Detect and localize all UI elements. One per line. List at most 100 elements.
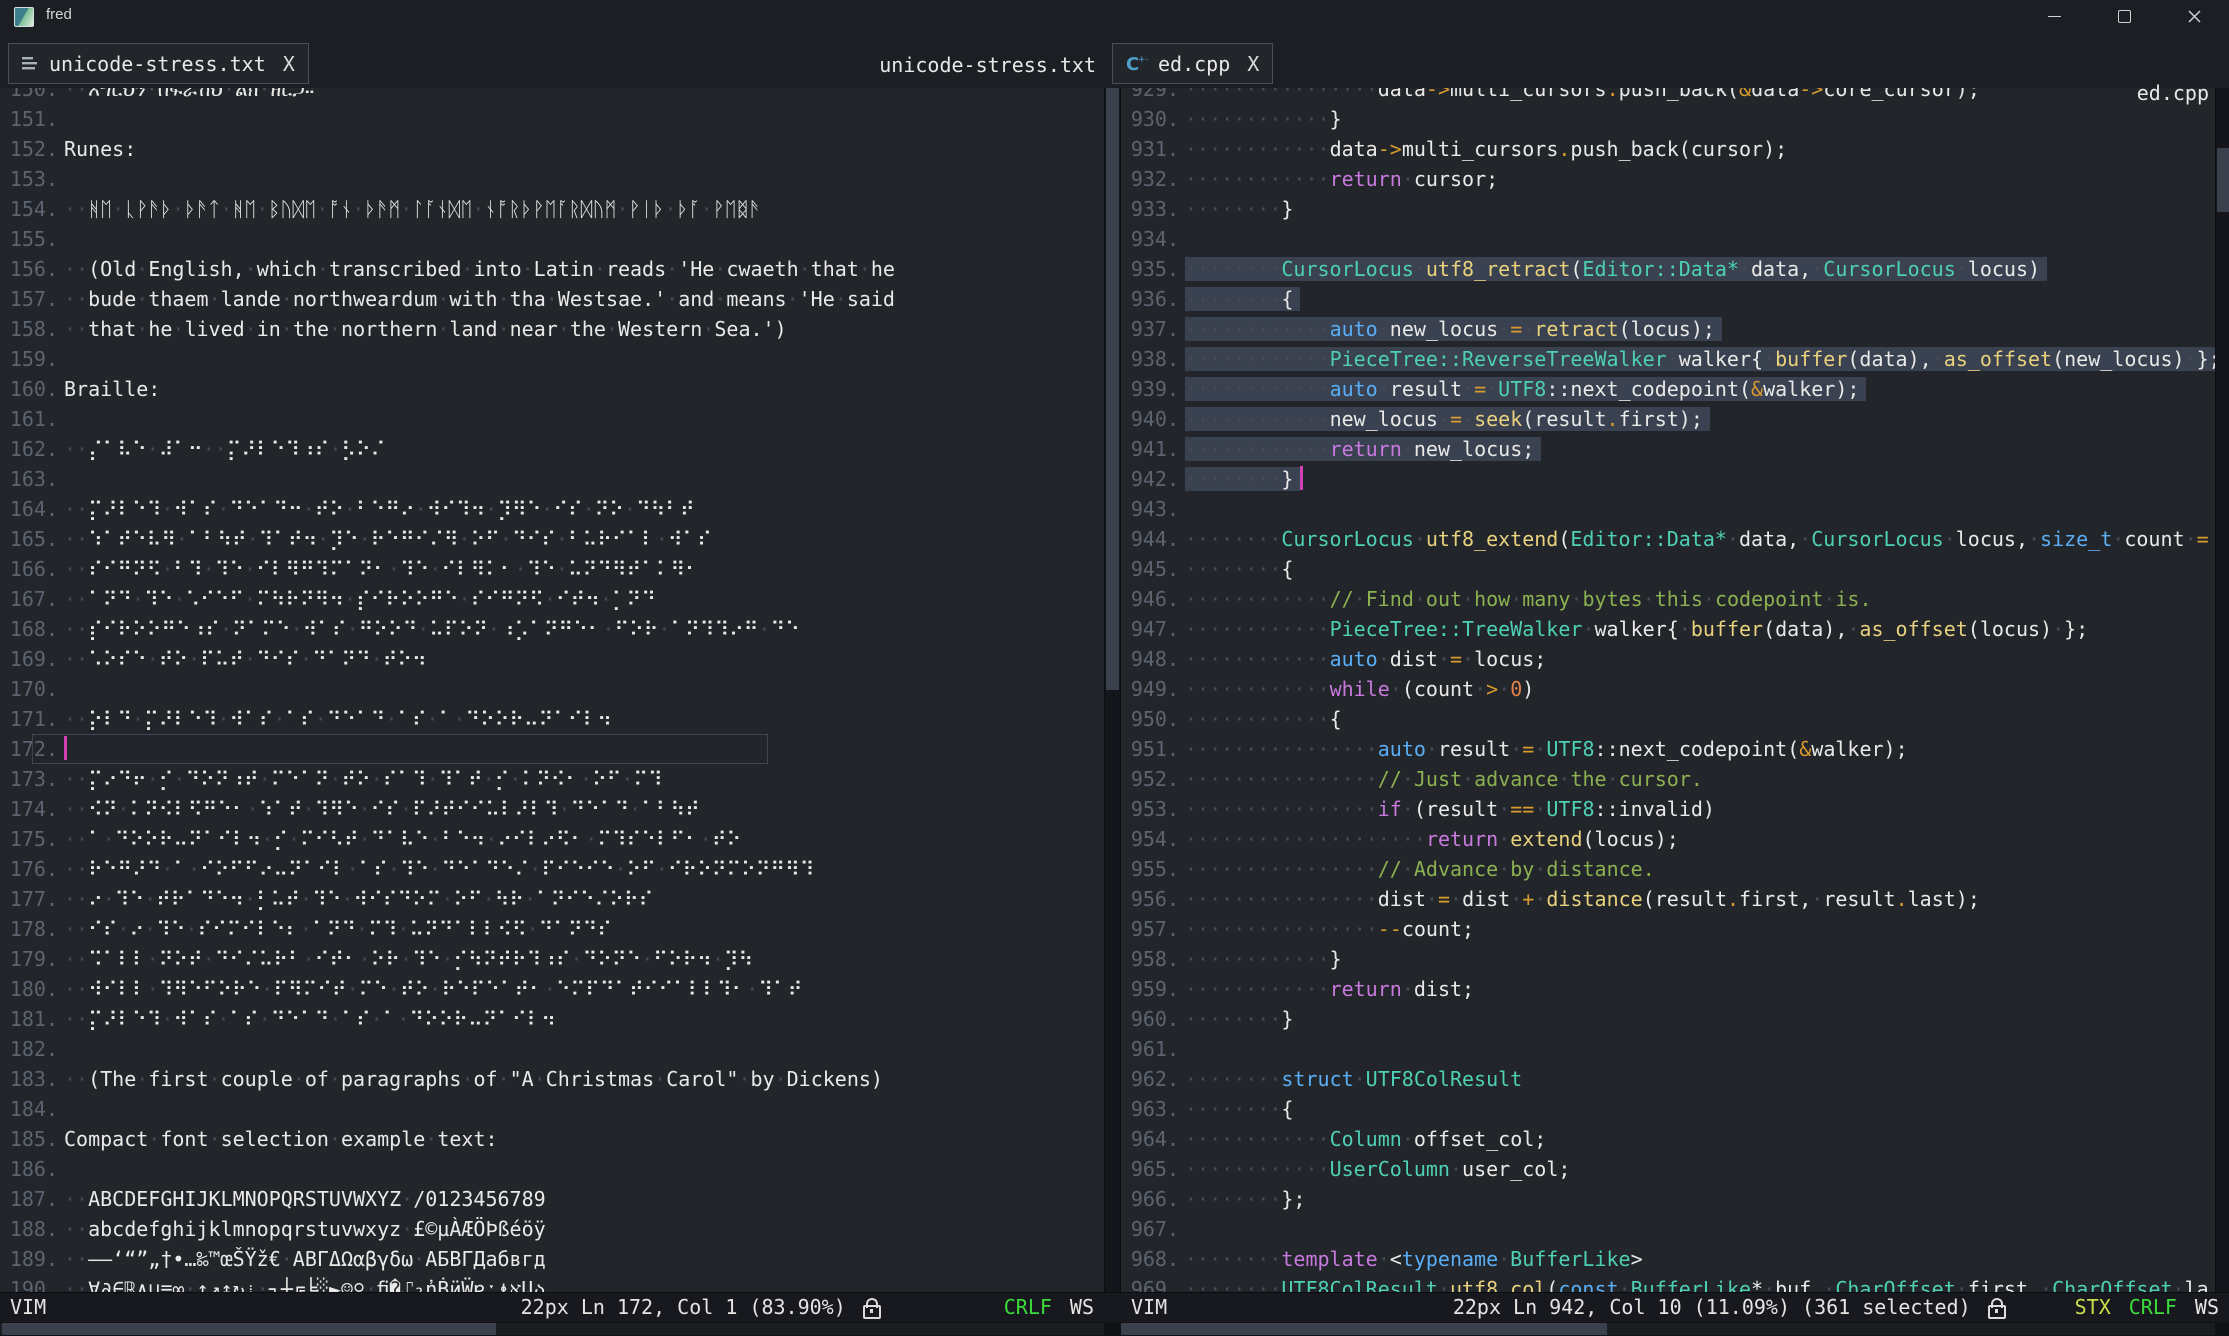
editor-line[interactable]: 957.················--count;	[1121, 914, 2215, 944]
editor-line[interactable]: 969.········UTF8ColResult·utf8_col(const…	[1121, 1274, 2215, 1292]
editor-pane-left[interactable]: 150.··እግርህን·በፍራሽህ·ልክ·ዘርጋ።151.152.Runes:1…	[0, 88, 1104, 1292]
whitespace-dot: ·	[1281, 917, 1293, 941]
editor-line[interactable]: 931.············data->multi_cursors.push…	[1121, 134, 2215, 164]
editor-line[interactable]: 166.··⠎⠊⠛⠝⠫·⠃⠹·⠹⠑·⠊⠇⠻⠛⠹⠍⠁⠝⠂·⠹⠑·⠊⠇⠻⠅⠂·⠹⠑·…	[0, 554, 1104, 584]
editor-line[interactable]: 959.············return·dist;	[1121, 974, 2215, 1004]
editor-line[interactable]: 190.··∀∂∈ℝ∧∪≡∞·↑↗↨↻⇣·┐┼╔╘░►☺♀·ﬁ�⑀₂ἠḂӥẄɐː…	[0, 1274, 1104, 1292]
editor-pane-right[interactable]: 929.················data->multi_cursors.…	[1121, 88, 2215, 1292]
editor-line[interactable]: 152.Runes:	[0, 134, 1104, 164]
editor-line[interactable]: 165.··⠱⠁⠞⠑⠧⠻·⠁⠃⠳⠞·⠹⠁⠞⠲·⡹⠑·⠗⠑⠛⠊⠌⠻·⠕⠋·⠙⠊⠎·…	[0, 524, 1104, 554]
scrollbar-thumb[interactable]	[1106, 88, 1119, 690]
editor-line[interactable]: 951.················auto·result·=·UTF8::…	[1121, 734, 2215, 764]
editor-line[interactable]: 163.	[0, 464, 1104, 494]
editor-line[interactable]: 184.	[0, 1094, 1104, 1124]
editor-line[interactable]: 161.	[0, 404, 1104, 434]
tab-unicode-stress-txt[interactable]: unicode-stress.txt X	[8, 43, 309, 84]
scrollbar-thumb[interactable]	[2217, 148, 2229, 212]
editor-line[interactable]: 935.········CursorLocus·utf8_retract(Edi…	[1121, 254, 2215, 284]
editor-line[interactable]: 936.········{	[1121, 284, 2215, 314]
close-button[interactable]	[2159, 0, 2229, 32]
editor-line[interactable]: 956.················dist·=·dist·+·distan…	[1121, 884, 2215, 914]
editor-line[interactable]: 930.············}	[1121, 104, 2215, 134]
editor-line[interactable]: 168.··⡎⠊⠗⠕⠕⠛⠑⠰⠎·⠝⠁⠍⠑·⠺⠁⠎·⠛⠕⠕⠙·⠥⠏⠕⠝·⠰⡡⠁⠝⠛…	[0, 614, 1104, 644]
editor-line[interactable]: 946.············//·Find·out·how·many·byt…	[1121, 584, 2215, 614]
editor-line[interactable]: 940.············new_locus·=·seek(result.…	[1121, 404, 2215, 434]
editor-line[interactable]: 176.··⠗⠑⠛⠜⠙·⠁·⠊⠕⠋⠋⠔⠤⠝⠁⠊⠇·⠁⠎·⠹⠑·⠙⠑⠁⠙⠑⠌·⠏⠊…	[0, 854, 1104, 884]
editor-line[interactable]: 175.··⠁·⠙⠕⠕⠗⠤⠝⠁⠊⠇⠲·⡊·⠍⠊⠣⠞·⠙⠁⠧⠑·⠃⠑⠲·⠔⠊⠇⠔⠫…	[0, 824, 1104, 854]
editor-line[interactable]: 180.··⠺⠊⠇⠇·⠹⠻⠑⠋⠕⠗⠑·⠏⠻⠍⠊⠞·⠍⠑·⠞⠕·⠗⠑⠏⠑⠁⠞⠂·⠑…	[0, 974, 1104, 1004]
editor-line[interactable]: 949.············while·(count·>·0)	[1121, 674, 2215, 704]
editor-line[interactable]: 937.············auto·new_locus·=·retract…	[1121, 314, 2215, 344]
editor-line[interactable]: 932.············return·cursor;	[1121, 164, 2215, 194]
editor-line[interactable]: 167.··⠁⠝⠙·⠹⠑·⠡⠊⠑⠋·⠍⠳⠗⠝⠻⠲·⡎⠊⠗⠕⠕⠛⠑·⠎⠊⠛⠝⠫·⠊…	[0, 584, 1104, 614]
editor-line[interactable]: 160.Braille:	[0, 374, 1104, 404]
editor-line[interactable]: 189.··–—‘“”„†•…‰™œŠŸž€·ΑΒΓΔΩαβγδω·АБВГДа…	[0, 1244, 1104, 1274]
maximize-button[interactable]	[2089, 0, 2159, 32]
editor-line[interactable]: 181.··⡍⠜⠇⠑⠹·⠺⠁⠎·⠁⠎·⠙⠑⠁⠙·⠁⠎·⠁·⠙⠕⠕⠗⠤⠝⠁⠊⠇⠲	[0, 1004, 1104, 1034]
editor-line[interactable]: 172.	[0, 734, 1104, 764]
editor-line[interactable]: 159.	[0, 344, 1104, 374]
editor-line[interactable]: 182.	[0, 1034, 1104, 1064]
editor-line[interactable]: 156.··(Old·English,·which·transcribed·in…	[0, 254, 1104, 284]
editor-line[interactable]: 964.············Column·offset_col;	[1121, 1124, 2215, 1154]
editor-line[interactable]: 943.	[1121, 494, 2215, 524]
editor-line[interactable]: 187.··ABCDEFGHIJKLMNOPQRSTUVWXYZ·/012345…	[0, 1184, 1104, 1214]
editor-line[interactable]: 186.	[0, 1154, 1104, 1184]
editor-line[interactable]: 962.········struct·UTF8ColResult	[1121, 1064, 2215, 1094]
editor-line[interactable]: 178.··⠊⠎·⠔·⠹⠑·⠎⠊⠍⠊⠇⠑⠆·⠁⠝⠙·⠍⠹·⠥⠝⠙⠁⠇⠇⠪⠫·⠙⠁…	[0, 914, 1104, 944]
editor-line[interactable]: 174.··⠪⠝·⠅⠝⠪⠇⠫⠛⠑⠂·⠱⠁⠞·⠹⠻⠑·⠊⠎·⠏⠜⠞⠊⠊⠥⠇⠜⠇⠹·…	[0, 794, 1104, 824]
right-vertical-scrollbar[interactable]	[2215, 88, 2229, 1292]
editor-line[interactable]: 963.········{	[1121, 1094, 2215, 1124]
editor-line[interactable]: 179.··⠩⠁⠇⠇·⠝⠕⠞·⠙⠊⠌⠥⠗⠃·⠊⠞⠂·⠕⠗·⠹⠑·⡊⠳⠝⠞⠗⠹⠰⠎…	[0, 944, 1104, 974]
editor-line[interactable]: 967.	[1121, 1214, 2215, 1244]
editor-line[interactable]: 938.············PieceTree::ReverseTreeWa…	[1121, 344, 2215, 374]
editor-line[interactable]: 960.········}	[1121, 1004, 2215, 1034]
editor-line[interactable]: 158.··that·he·lived·in·the·northern·land…	[0, 314, 1104, 344]
editor-line[interactable]: 151.	[0, 104, 1104, 134]
scrollbar-thumb[interactable]	[2, 1323, 496, 1335]
editor-line[interactable]: 948.············auto·dist·=·locus;	[1121, 644, 2215, 674]
editor-line[interactable]: 961.	[1121, 1034, 2215, 1064]
editor-line[interactable]: 941.············return·new_locus;	[1121, 434, 2215, 464]
scrollbar-thumb[interactable]	[1121, 1323, 1607, 1335]
editor-line[interactable]: 171.··⡕⠇⠙·⡍⠜⠇⠑⠹·⠺⠁⠎·⠁⠎·⠙⠑⠁⠙·⠁⠎·⠁·⠙⠕⠕⠗⠤⠝⠁…	[0, 704, 1104, 734]
editor-line[interactable]: 177.··⠔·⠹⠑·⠞⠗⠁⠙⠑⠲·⡃⠥⠞·⠹⠑·⠺⠊⠎⠙⠕⠍·⠕⠋·⠳⠗·⠁⠝…	[0, 884, 1104, 914]
tab-ed-cpp[interactable]: C++ ed.cpp X	[1112, 43, 1273, 84]
editor-line[interactable]: 933.········}	[1121, 194, 2215, 224]
editor-line[interactable]: 155.	[0, 224, 1104, 254]
editor-line[interactable]: 942.········}	[1121, 464, 2215, 494]
editor-line[interactable]: 968.········template·<typename·BufferLik…	[1121, 1244, 2215, 1274]
editor-line[interactable]: 173.··⡍⠔⠙⠖·⡊·⠙⠕⠝⠰⠞·⠍⠑⠁⠝·⠞⠕·⠎⠁⠹·⠹⠁⠞·⡊·⠅⠝⠪…	[0, 764, 1104, 794]
editor-line[interactable]: 950.············{	[1121, 704, 2215, 734]
editor-line[interactable]: 954.····················return·extend(lo…	[1121, 824, 2215, 854]
left-horizontal-scrollbar[interactable]	[0, 1323, 1104, 1335]
editor-line[interactable]: 934.	[1121, 224, 2215, 254]
editor-line[interactable]: 154.··ᚻᛖ·ᚳᚹᚫᚦ·ᚦᚫᛏ·ᚻᛖ·ᛒᚢᛞᛖ·ᚩᚾ·ᚦᚫᛗ·ᛚᚪᚾᛞᛖ·ᚾ…	[0, 194, 1104, 224]
editor-line[interactable]: 953.················if·(result·==·UTF8::…	[1121, 794, 2215, 824]
editor-line[interactable]: 947.············PieceTree::TreeWalker·wa…	[1121, 614, 2215, 644]
editor-line[interactable]: 965.············UserColumn·user_col;	[1121, 1154, 2215, 1184]
editor-line[interactable]: 929.················data->multi_cursors.…	[1121, 88, 2215, 104]
tab-close-icon[interactable]: X	[1247, 52, 1259, 76]
editor-line[interactable]: 958.············}	[1121, 944, 2215, 974]
editor-line[interactable]: 164.··⡍⠜⠇⠑⠹·⠺⠁⠎·⠙⠑⠁⠙⠒·⠞⠕·⠃⠑⠛⠔·⠺⠊⠹⠲·⡹⠻⠑·⠊…	[0, 494, 1104, 524]
editor-line[interactable]: 944.········CursorLocus·utf8_extend(Edit…	[1121, 524, 2215, 554]
editor-line[interactable]: 157.··bude·thaem·lande·northweardum·with…	[0, 284, 1104, 314]
editor-line[interactable]: 939.············auto·result·=·UTF8::next…	[1121, 374, 2215, 404]
tab-close-icon[interactable]: X	[283, 52, 295, 76]
editor-line[interactable]: 945.········{	[1121, 554, 2215, 584]
editor-line[interactable]: 966.········};	[1121, 1184, 2215, 1214]
editor-line[interactable]: 183.··(The·first·couple·of·paragraphs·of…	[0, 1064, 1104, 1094]
editor-line[interactable]: 150.··እግርህን·በፍራሽህ·ልክ·ዘርጋ።	[0, 88, 1104, 104]
editor-line[interactable]: 185.Compact·font·selection·example·text:	[0, 1124, 1104, 1154]
editor-line[interactable]: 153.	[0, 164, 1104, 194]
minimize-button[interactable]	[2019, 0, 2089, 32]
left-vertical-scrollbar[interactable]	[1104, 88, 1121, 1292]
editor-line[interactable]: 169.··⠡⠕⠎⠑·⠞⠕·⠏⠥⠞·⠙⠊⠎·⠙⠁⠝⠙·⠞⠕⠲	[0, 644, 1104, 674]
right-horizontal-scrollbar[interactable]	[1121, 1323, 2215, 1335]
editor-line[interactable]: 162.··⡌⠁⠧⠑·⠼⠁⠒··⡍⠜⠇⠑⠹⠰⠎·⡣⠕⠌	[0, 434, 1104, 464]
editor-line[interactable]: 188.··abcdefghijklmnopqrstuvwxyz·£©µÀÆÖÞ…	[0, 1214, 1104, 1244]
editor-line[interactable]: 170.	[0, 674, 1104, 704]
editor-line[interactable]: 952.················//·Just·advance·the·…	[1121, 764, 2215, 794]
editor-line[interactable]: 955.················//·Advance·by·distan…	[1121, 854, 2215, 884]
